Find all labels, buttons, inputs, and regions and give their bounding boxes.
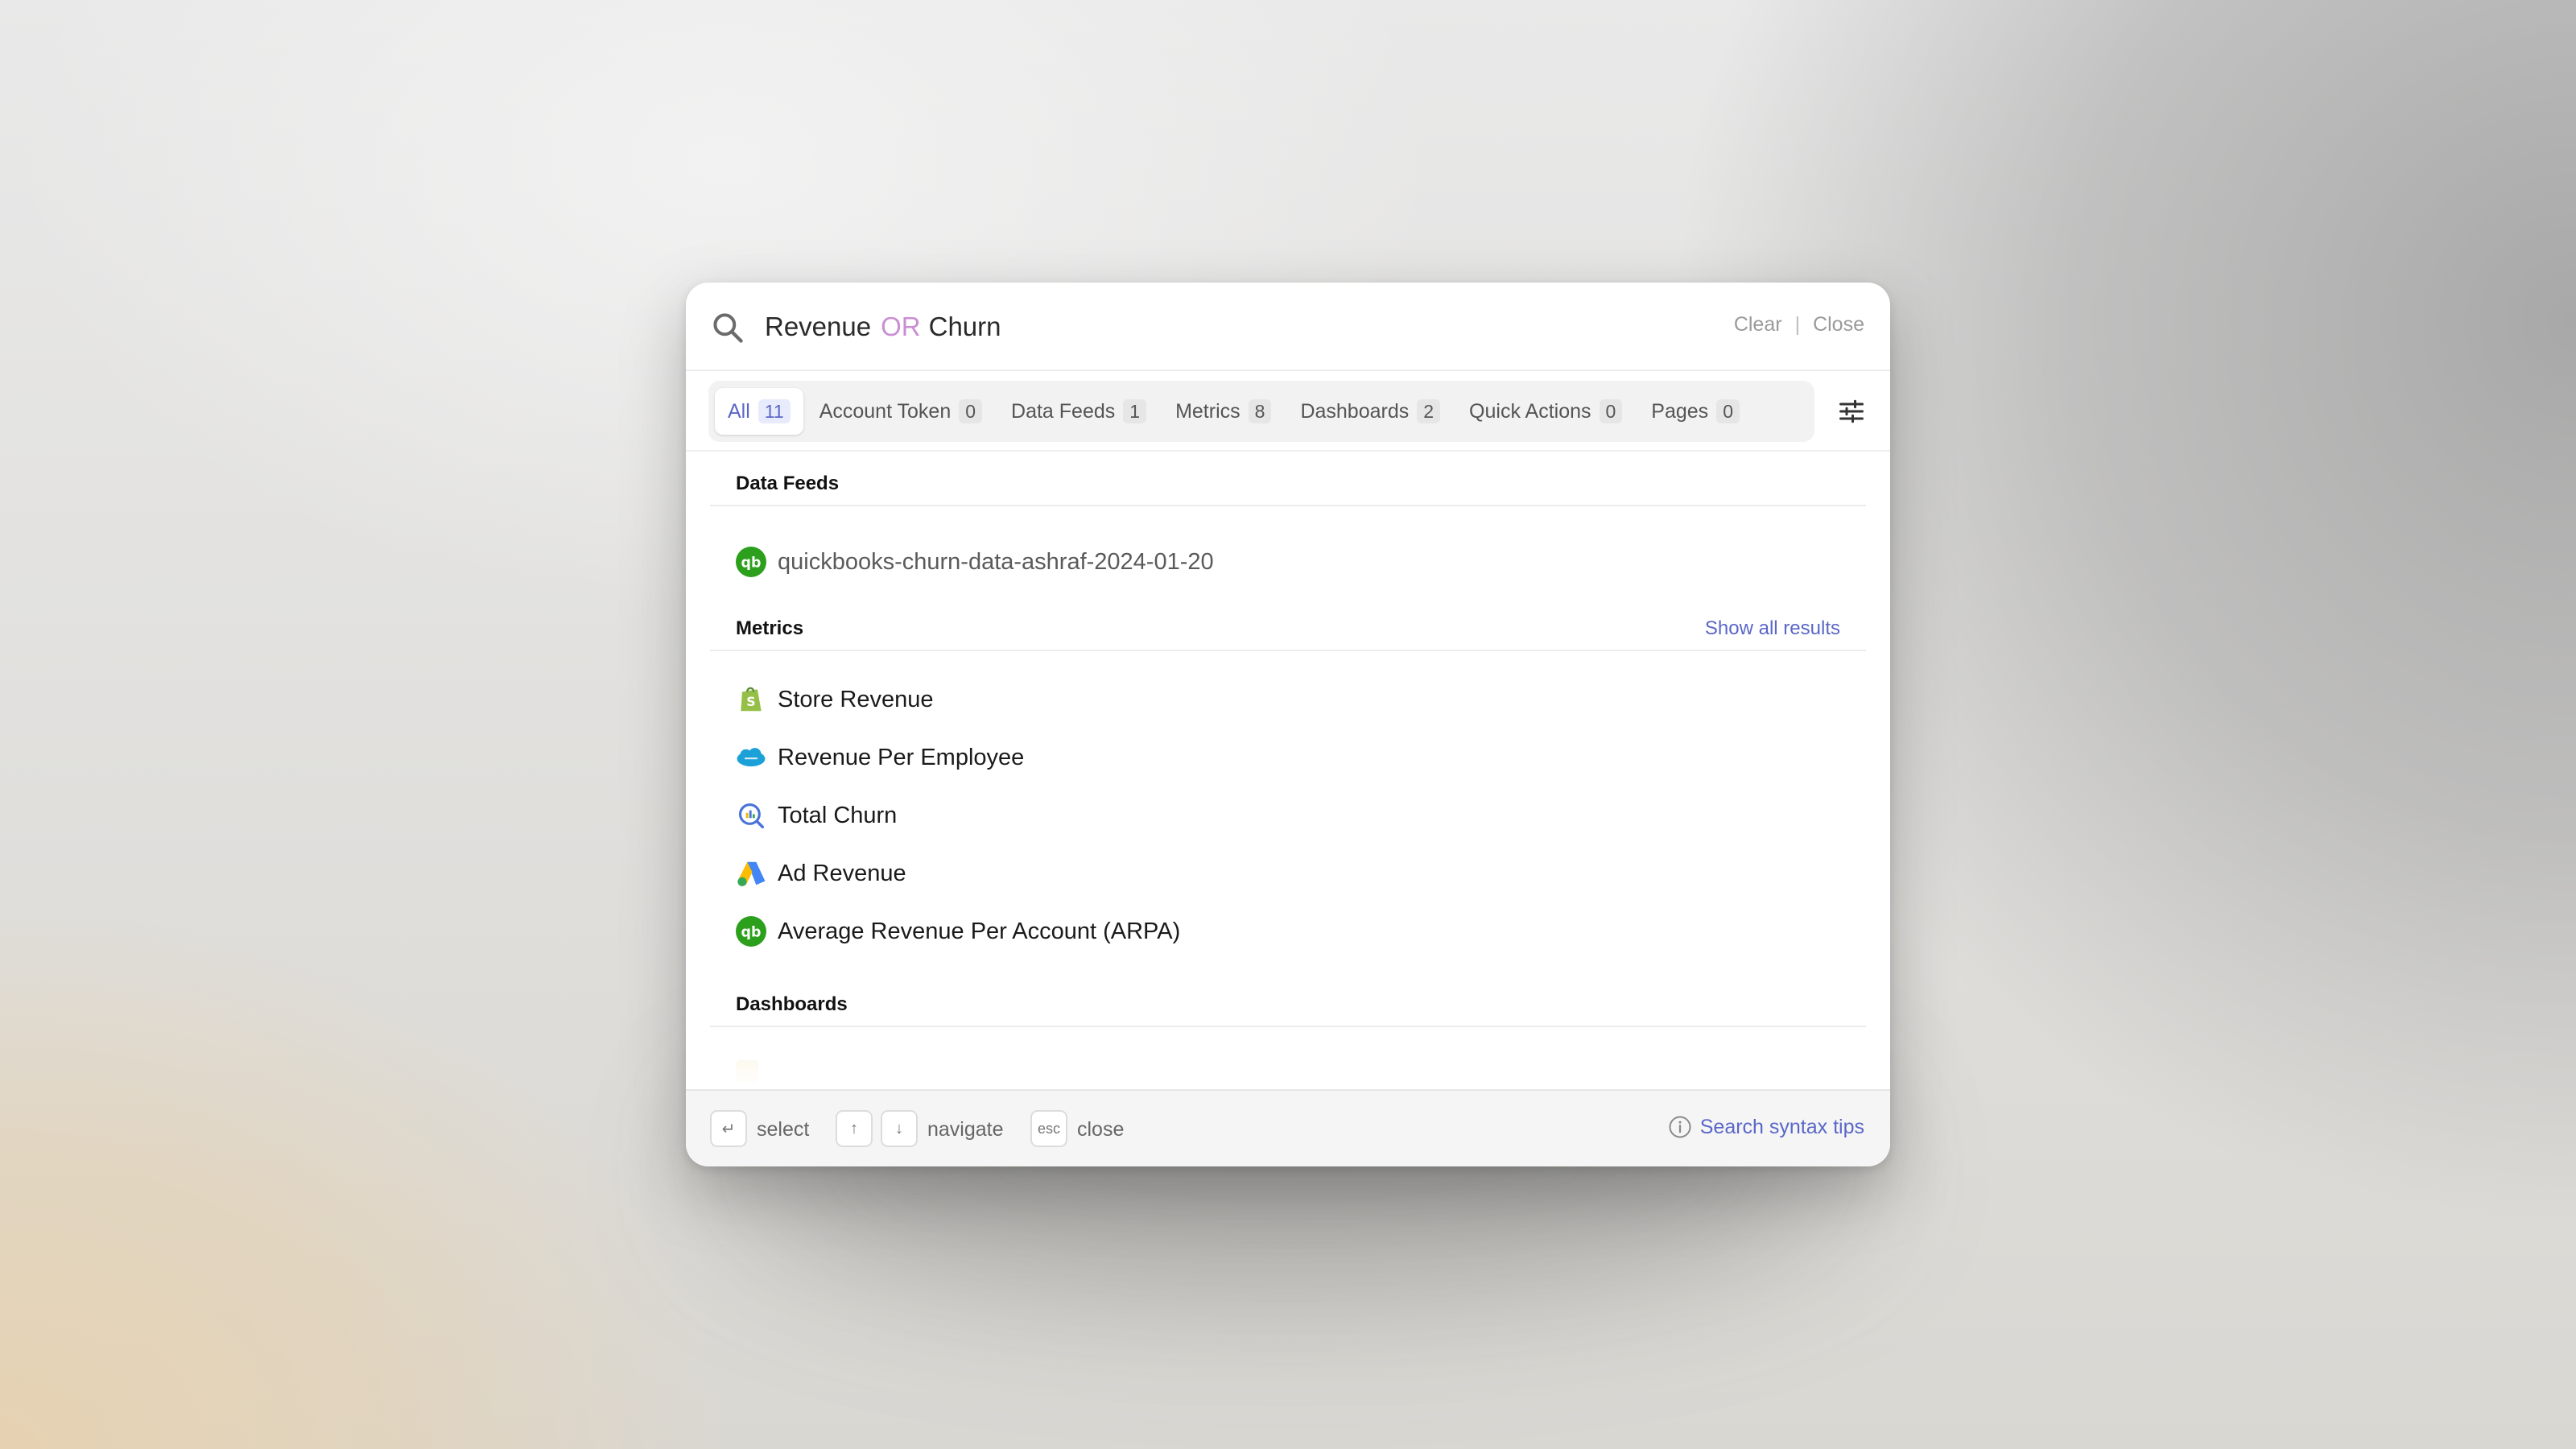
tab-count: 8: [1248, 399, 1272, 423]
section-title: Dashboards: [736, 993, 848, 1015]
navigate-hint: navigate: [927, 1118, 1004, 1141]
quickbooks-icon: qb: [736, 916, 766, 947]
tab-metrics[interactable]: Metrics 8: [1162, 388, 1284, 435]
results-list: Data Feeds qb quickbooks-churn-data-ashr…: [686, 452, 1890, 1089]
salesforce-icon: [737, 748, 766, 767]
filter-settings-icon[interactable]: [1837, 397, 1866, 426]
list-item[interactable]: Total Churn: [736, 791, 897, 840]
search-modal: Revenue OR Churn Clear | Close All 11 Account…: [686, 283, 1890, 1166]
tab-label: All: [728, 399, 750, 423]
list-item-label: Ad Revenue: [778, 860, 906, 886]
tab-label: Pages: [1651, 399, 1709, 423]
search-bar[interactable]: Revenue OR Churn Clear | Close: [686, 283, 1890, 371]
tabs-row: All 11 Account Token 0 Data Feeds 1 Metrics…: [686, 371, 1890, 452]
arrow-up-key: ↑: [836, 1110, 873, 1147]
tab-label: Data Feeds: [1011, 399, 1116, 423]
google-ads-icon: [737, 861, 766, 886]
list-item[interactable]: Ad Revenue: [736, 849, 906, 898]
section-title: Metrics: [736, 617, 804, 639]
scroll-fade: [686, 1049, 1890, 1089]
list-item-label: quickbooks-churn-data-ashraf-2024-01-20: [778, 548, 1214, 575]
list-item-label: Store Revenue: [778, 686, 934, 712]
search-input[interactable]: Revenue OR Churn: [765, 312, 1001, 342]
list-item-label: Total Churn: [778, 802, 898, 828]
search-operator: OR: [881, 312, 921, 341]
list-item[interactable]: Revenue Per Employee: [736, 733, 1024, 782]
search-term-2: Churn: [928, 312, 1001, 341]
tab-dashboards[interactable]: Dashboards 2: [1287, 388, 1453, 435]
esc-key: esc: [1030, 1110, 1067, 1147]
tab-count: 0: [1599, 399, 1623, 423]
svg-text:qb: qb: [741, 555, 762, 571]
list-item[interactable]: S Store Revenue: [736, 675, 933, 724]
svg-text:qb: qb: [741, 924, 762, 940]
close-hint: close: [1077, 1118, 1125, 1141]
arrow-down-key: ↓: [881, 1110, 918, 1147]
show-all-results-link[interactable]: Show all results: [1705, 617, 1840, 640]
filter-tabs: All 11 Account Token 0 Data Feeds 1 Metrics…: [708, 381, 1814, 442]
top-actions: Clear | Close: [1734, 313, 1864, 336]
clear-button[interactable]: Clear: [1734, 313, 1782, 336]
tab-count: 2: [1417, 399, 1441, 423]
tips-label: Search syntax tips: [1699, 1115, 1864, 1138]
section-header-data-feeds: Data Feeds: [710, 458, 1866, 506]
search-term-1: Revenue: [765, 312, 872, 341]
tab-data-feeds[interactable]: Data Feeds 1: [998, 388, 1159, 435]
divider: |: [1794, 313, 1801, 336]
list-item[interactable]: qb quickbooks-churn-data-ashraf-2024-01-…: [736, 538, 1214, 586]
tab-label: Dashboards: [1300, 399, 1410, 423]
analytics-search-icon: [738, 803, 764, 828]
section-header-dashboards: Dashboards: [710, 979, 1866, 1027]
tab-pages[interactable]: Pages 0: [1638, 388, 1752, 435]
section-header-metrics: Metrics Show all results: [710, 603, 1866, 651]
svg-text:S: S: [746, 694, 755, 709]
tab-account-token[interactable]: Account Token 0: [807, 388, 995, 435]
tab-label: Account Token: [819, 399, 952, 423]
tab-count: 0: [1716, 399, 1740, 423]
list-item-label: Revenue Per Employee: [778, 744, 1025, 770]
quickbooks-icon: qb: [736, 547, 766, 577]
footer-hints: ↵ select ↑ ↓ navigate esc close Search s…: [686, 1089, 1890, 1166]
search-syntax-tips-link[interactable]: Search syntax tips: [1668, 1115, 1864, 1139]
close-button[interactable]: Close: [1813, 313, 1864, 336]
info-icon: [1669, 1116, 1691, 1138]
tab-label: Quick Actions: [1469, 399, 1591, 423]
tab-label: Metrics: [1175, 399, 1241, 423]
tab-count: 1: [1123, 399, 1147, 423]
search-icon: [713, 313, 743, 343]
tab-all[interactable]: All 11: [715, 388, 803, 435]
tab-count: 0: [959, 399, 983, 423]
shopify-icon: S: [741, 687, 762, 712]
section-title: Data Feeds: [736, 473, 840, 494]
tab-count: 11: [758, 399, 791, 423]
tab-quick-actions[interactable]: Quick Actions 0: [1456, 388, 1635, 435]
list-item[interactable]: qb Average Revenue Per Account (ARPA): [736, 907, 1180, 956]
list-item-label: Average Revenue Per Account (ARPA): [778, 918, 1181, 944]
enter-key: ↵: [710, 1110, 747, 1147]
select-hint: select: [757, 1118, 810, 1141]
